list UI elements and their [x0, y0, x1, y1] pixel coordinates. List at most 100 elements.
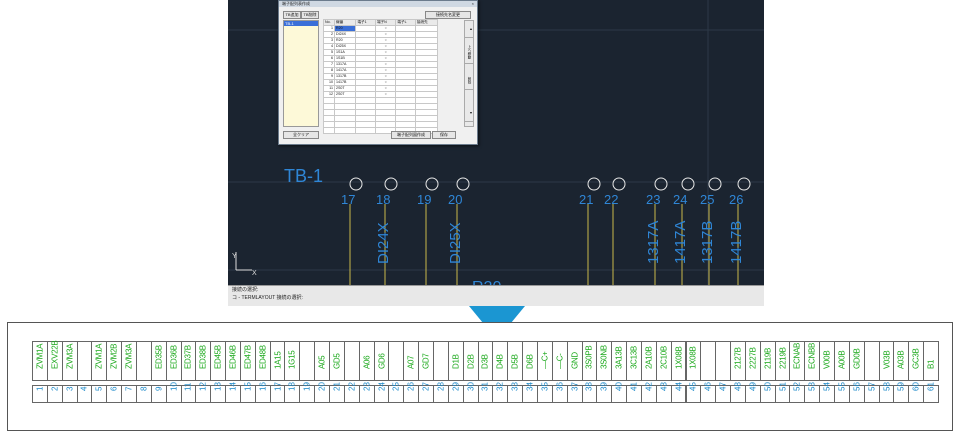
strip-number-label: 44 [674, 382, 684, 391]
dialog-titlebar[interactable]: 端子配列表作成 × [279, 1, 477, 7]
terminal-circle [425, 177, 439, 191]
tb-add-button[interactable]: TB追加 [283, 11, 301, 19]
strip-column: ED48B 16 [254, 341, 271, 403]
strip-signal-cell: ZVM2B [106, 341, 123, 381]
strip-signal-cell: EXV22B [46, 341, 63, 381]
terminal-number: 24 [673, 192, 687, 207]
command-line[interactable]: 接続の選択: コ - TERMLAYOUT 接続の選択: [228, 285, 764, 306]
strip-number-label: 46 [703, 382, 713, 391]
strip-number-label: 35 [540, 382, 550, 391]
ucs-y-label: Y [232, 253, 237, 260]
strip-number-label: 7 [124, 386, 134, 391]
clear-all-button[interactable]: 全クリア [283, 131, 319, 139]
strip-signal-cell: ED45B [210, 341, 227, 381]
strip-signal-label: V00B [822, 350, 832, 369]
strip-signal-cell: 1G15 [284, 341, 301, 381]
terminal-number: 20 [448, 192, 462, 207]
strip-column: A00B 55 [834, 341, 850, 403]
strip-column: 22 [343, 341, 360, 403]
close-icon[interactable]: × [472, 1, 474, 7]
strip-column: ZVM2B 6 [106, 341, 123, 403]
terminal-table[interactable]: No. 線番 端子1 端子N 端子L 接続先 1 R20 ○ 2 DI24X ○ 3 R20 ○ 4 DI25… [323, 19, 439, 134]
strip-signal-label: GC3B [911, 348, 921, 369]
strip-signal-cell: GND [566, 341, 583, 381]
strip-signal-label: 2127B [733, 347, 743, 369]
wire-label: 1317B [699, 221, 716, 264]
strip-number-cell: 59 [893, 382, 910, 403]
strip-number-cell: 3 [61, 385, 78, 403]
table-cell[interactable] [323, 127, 335, 134]
strip-signal-label: ECNBB [807, 342, 817, 369]
strip-signal-cell: 2127B [730, 341, 746, 381]
strip-number-label: 19 [302, 382, 312, 391]
strip-column: GD6 24 [373, 341, 390, 403]
strip-signal-label: D2B [466, 354, 476, 369]
wire-label: 1317A [645, 221, 662, 264]
row-control-panel: ▲ 上へ移動 削除 ▼ [464, 20, 474, 127]
strip-number-cell: 13 [210, 382, 227, 403]
strip-signal-label: D6B [525, 354, 535, 369]
strip-column: 3A13B 40 [611, 341, 628, 403]
strip-signal-label: ED35B [154, 345, 164, 369]
terminal-number: 19 [417, 192, 431, 207]
tb-delete-button[interactable]: TB削除 [301, 11, 319, 19]
terminal-number: 21 [579, 192, 593, 207]
save-button[interactable]: 保存 [432, 131, 456, 139]
strip-column: 1X08B 45 [685, 341, 702, 403]
strip-signal-label: 2227B [748, 347, 758, 369]
strip-number-cell: 15 [239, 382, 256, 403]
create-layout-button[interactable]: 端子配列図作成 [391, 131, 431, 139]
strip-signal-cell: A06 [358, 341, 375, 381]
strip-signal-label: 2C10B [659, 346, 669, 369]
move-up-button[interactable]: 上へ移動 [465, 41, 473, 64]
strip-signal-cell [135, 341, 152, 381]
move-up-arrow-icon[interactable]: ▲ [465, 21, 473, 38]
strip-signal-label: GD7 [421, 353, 431, 369]
table-cell[interactable] [333, 127, 357, 134]
terminal-circle [654, 177, 668, 191]
strip-column: ZVM3A 7 [121, 341, 137, 403]
strip-number-cell: 2 [46, 385, 63, 403]
strip-number-label: 14 [228, 382, 238, 391]
strip-signal-label: A06 [362, 355, 372, 369]
strip-signal-label: V03B [882, 350, 891, 369]
strip-number-cell: 25 [388, 382, 405, 403]
dialog-title: 端子配列表作成 [282, 1, 310, 6]
delete-row-button[interactable]: 削除 [465, 71, 473, 90]
strip-column: 2119B 50 [759, 341, 776, 403]
strip-number-cell: 19 [299, 382, 316, 403]
table-cell[interactable] [355, 127, 376, 134]
strip-number-label: 6 [109, 386, 119, 391]
tb-list[interactable]: TB-1 [283, 20, 319, 127]
strip-signal-cell [715, 341, 732, 381]
strip-number-cell: 1 [32, 385, 48, 403]
rename-destination-button[interactable]: 接続先名変更 [425, 11, 471, 19]
tb-list-item-selected[interactable]: TB-1 [284, 21, 318, 26]
strip-column: D5B 33 [507, 341, 524, 403]
strip-number-label: 53 [807, 382, 817, 391]
strip-column: 2127B 48 [730, 341, 746, 403]
strip-number-cell: 28 [433, 382, 449, 403]
strip-column: 2227B 49 [744, 341, 761, 403]
strip-signal-cell: 3A13B [611, 341, 628, 381]
strip-signal-cell: 1X08B [685, 341, 702, 381]
strip-signal-cell: A07 [403, 341, 420, 381]
strip-column: 1G15 18 [284, 341, 301, 403]
command-prompt[interactable]: コ - TERMLAYOUT 接続の選択: [228, 294, 764, 302]
strip-column: A06 23 [358, 341, 375, 403]
strip-number-label: 36 [555, 382, 565, 391]
strip-column: ED38B 12 [195, 341, 212, 403]
ucs-x-label: X [252, 270, 257, 277]
strip-number-cell: 12 [195, 382, 212, 403]
terminal-layout-output: ZVM1A 1 EXV22B 2 ZVM3A 3 4 ZVM1A 5 ZVM2B 6 ZVM3A 7 8 E… [7, 322, 953, 431]
strip-signal-cell: V00B [819, 341, 836, 381]
move-down-arrow-icon[interactable]: ▼ [465, 105, 473, 122]
strip-column: 2219B 51 [774, 341, 791, 403]
strip-column: 47 [715, 341, 732, 403]
strip-number-label: 57 [867, 382, 877, 391]
strip-number-label: 5 [94, 386, 104, 391]
strip-number-cell: 37 [566, 382, 583, 403]
strip-signal-cell: ECNAB [789, 341, 806, 381]
strip-column: ECNAB 52 [789, 341, 806, 403]
strip-column: 1X08B 44 [670, 341, 687, 403]
